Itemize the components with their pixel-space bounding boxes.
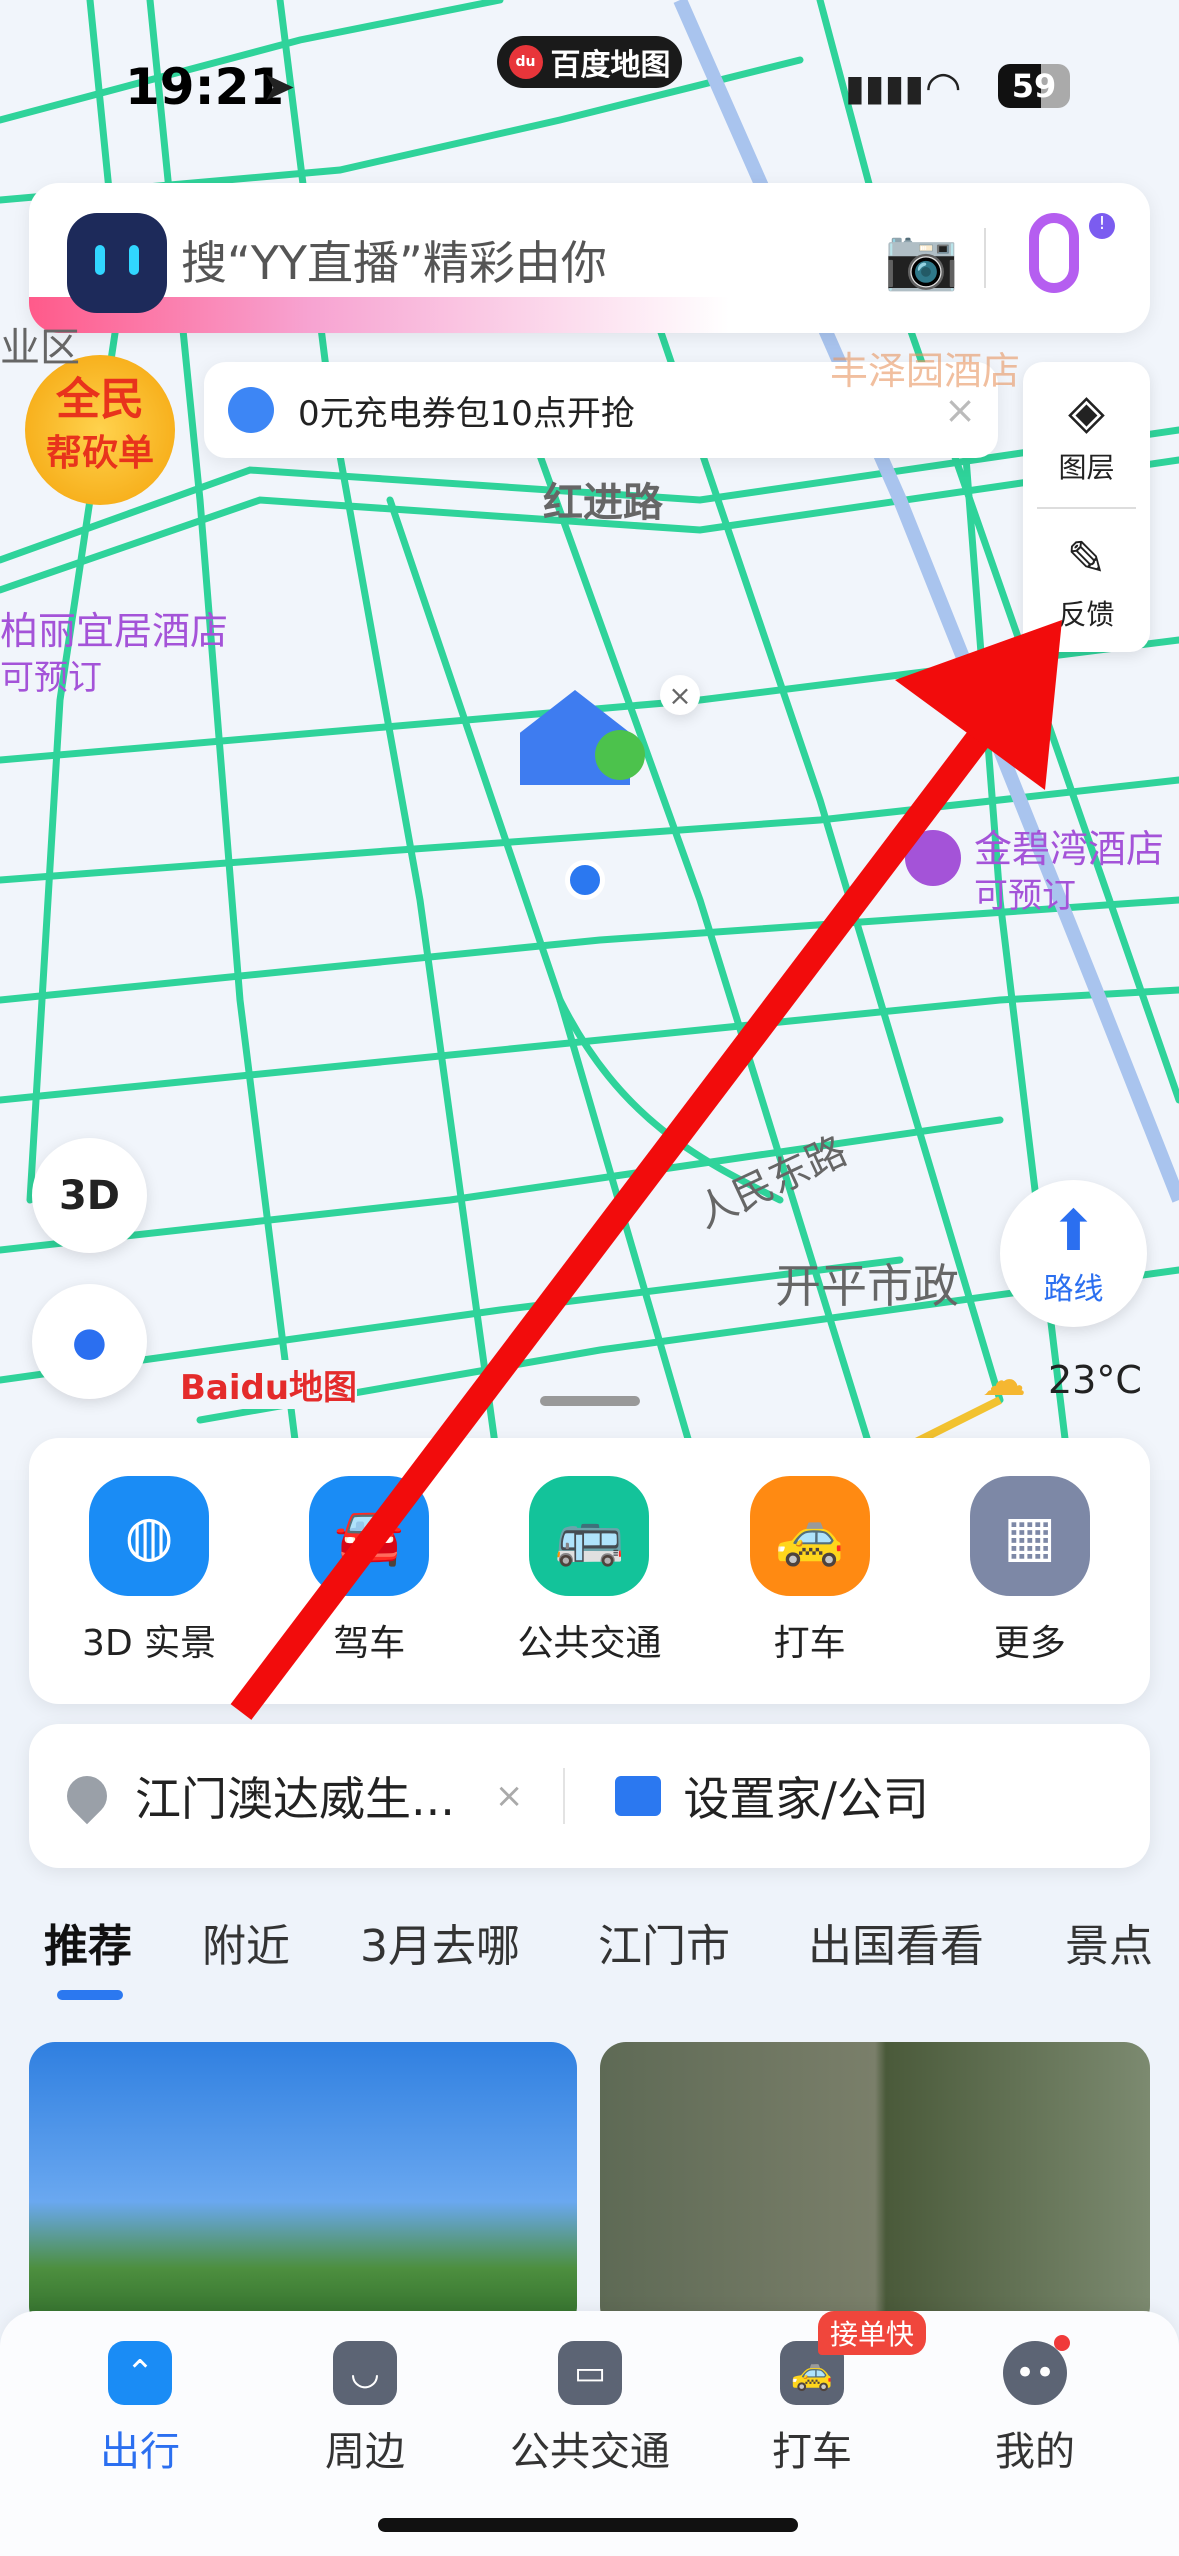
home-indicator xyxy=(378,2518,798,2532)
tab-recommend[interactable]: 推荐 xyxy=(44,1910,132,1974)
feed-card-mountain[interactable] xyxy=(29,2042,577,2332)
layers-icon: ◈ xyxy=(1068,383,1105,440)
tab-jiangmen[interactable]: 江门市 xyxy=(598,1910,730,1974)
close-marker-icon[interactable]: × xyxy=(660,675,700,715)
gear-icon xyxy=(595,730,645,780)
quick-action-taxi[interactable]: 🚕 打车 xyxy=(710,1476,910,1666)
clear-icon[interactable]: × xyxy=(495,1776,524,1816)
camera-icon[interactable]: 📷 xyxy=(884,223,959,294)
car-icon: 🚘 xyxy=(309,1476,430,1596)
app-name: 百度地图 xyxy=(550,48,671,83)
bus-stop-icon: ▭ xyxy=(558,2341,622,2405)
wifi-icon: ◠ xyxy=(925,62,962,111)
location-arrow-icon: ➤ xyxy=(262,64,296,110)
nav-travel[interactable]: ⌃ 出行 xyxy=(30,2341,250,2477)
weather-temp: 23°C xyxy=(1048,1358,1142,1402)
set-home-button[interactable]: 设置家/公司 xyxy=(683,1763,929,1829)
location-pin-icon xyxy=(58,1767,116,1825)
voice-mic-icon[interactable] xyxy=(1029,213,1079,293)
place-label: 开平市政 xyxy=(775,1259,959,1313)
current-location[interactable]: 江门澳达威生... xyxy=(135,1763,455,1829)
feed-card-stream[interactable] xyxy=(600,2042,1150,2332)
notification-dot xyxy=(1054,2335,1070,2351)
battery-indicator: 59 xyxy=(998,64,1070,108)
quick-action-3d[interactable]: ◍ 3D 实景 xyxy=(49,1476,249,1666)
hotel-sub: 可预订 xyxy=(0,658,102,698)
side-panel: ◈ 图层 ✎ 反馈 xyxy=(1023,362,1150,652)
baidu-logo-icon: du xyxy=(508,45,543,79)
globe-icon: ◍ xyxy=(89,1476,210,1596)
category-tabs: 推荐 附近 3月去哪 江门市 出国看看 景点 xyxy=(0,1910,1179,2000)
grid-icon: ▦ xyxy=(969,1476,1090,1596)
road-label: 红进路 xyxy=(543,480,663,526)
3d-toggle-button[interactable]: 3D xyxy=(32,1138,147,1253)
quick-action-drive[interactable]: 🚘 驾车 xyxy=(269,1476,469,1666)
route-button[interactable]: ⬆ 路线 xyxy=(1000,1180,1147,1327)
tab-attractions[interactable]: 景点 xyxy=(1065,1910,1153,1974)
signal-icon: ▮▮▮▮ xyxy=(845,68,925,109)
weather-cloud-icon: ☁ xyxy=(982,1355,1026,1406)
quick-action-transit[interactable]: 🚌 公共交通 xyxy=(489,1476,689,1666)
search-input[interactable]: 搜“YY直播”精彩由你 xyxy=(181,227,607,293)
app-indicator-pill: du 百度地图 xyxy=(497,36,682,88)
locate-button[interactable]: ● xyxy=(32,1284,147,1399)
divider xyxy=(563,1768,566,1824)
drag-handle[interactable] xyxy=(540,1396,640,1406)
baidu-map-logo: Baidu地图 xyxy=(180,1360,358,1409)
assistant-robot-icon[interactable] xyxy=(67,213,167,313)
location-pin-icon xyxy=(228,387,274,433)
tab-abroad[interactable]: 出国看看 xyxy=(808,1910,984,1974)
status-time: 19:21 xyxy=(125,58,285,116)
taxi-badge: 接单快 xyxy=(818,2311,927,2355)
hotel-sub: 可预订 xyxy=(974,876,1076,916)
district-label: 业区 xyxy=(0,325,80,371)
divider xyxy=(984,228,986,288)
quick-action-more[interactable]: ▦ 更多 xyxy=(930,1476,1130,1666)
taxi-icon: 🚕 xyxy=(749,1476,870,1596)
edit-icon: ✎ xyxy=(1066,530,1107,587)
nav-transit[interactable]: ▭ 公共交通 xyxy=(480,2341,700,2477)
bus-icon: 🚌 xyxy=(529,1476,650,1596)
hotel-label[interactable]: 金碧湾酒店 xyxy=(974,818,1164,873)
promo-badge[interactable]: 全民 帮砍单 xyxy=(25,355,175,505)
search-bar[interactable]: 搜“YY直播”精彩由你 📷 ! xyxy=(29,183,1150,333)
current-location-dot xyxy=(565,860,605,900)
nav-nearby[interactable]: ◡ 周边 xyxy=(255,2341,475,2477)
active-tab-indicator xyxy=(57,1990,123,2000)
travel-icon: ⌃ xyxy=(108,2341,172,2405)
hotel-label[interactable]: 柏丽宜居酒店 xyxy=(0,600,228,655)
location-card: 江门澳达威生... × 设置家/公司 xyxy=(29,1724,1150,1868)
nearby-icon: ◡ xyxy=(333,2341,397,2405)
notification-dot: ! xyxy=(1089,213,1115,239)
promo-text: 0元充电券包10点开抢 xyxy=(298,393,635,434)
quick-actions: ◍ 3D 实景 🚘 驾车 🚌 公共交通 🚕 打车 ▦ 更多 xyxy=(29,1438,1150,1704)
nav-mine[interactable]: •• 我的 xyxy=(925,2341,1145,2477)
profile-icon: •• xyxy=(1003,2341,1067,2405)
home-icon xyxy=(615,1776,662,1816)
layers-button[interactable]: ◈ 图层 xyxy=(1023,362,1150,507)
hotel-marker-icon[interactable] xyxy=(905,830,961,886)
feedback-button[interactable]: ✎ 反馈 xyxy=(1023,509,1150,654)
tab-nearby[interactable]: 附近 xyxy=(202,1910,290,1974)
nav-taxi[interactable]: 🚕 打车 xyxy=(702,2341,922,2477)
hotel-label[interactable]: 丰泽园酒店 xyxy=(830,340,1020,395)
route-arrow-icon: ⬆ xyxy=(1050,1199,1097,1264)
tab-march[interactable]: 3月去哪 xyxy=(360,1910,520,1974)
